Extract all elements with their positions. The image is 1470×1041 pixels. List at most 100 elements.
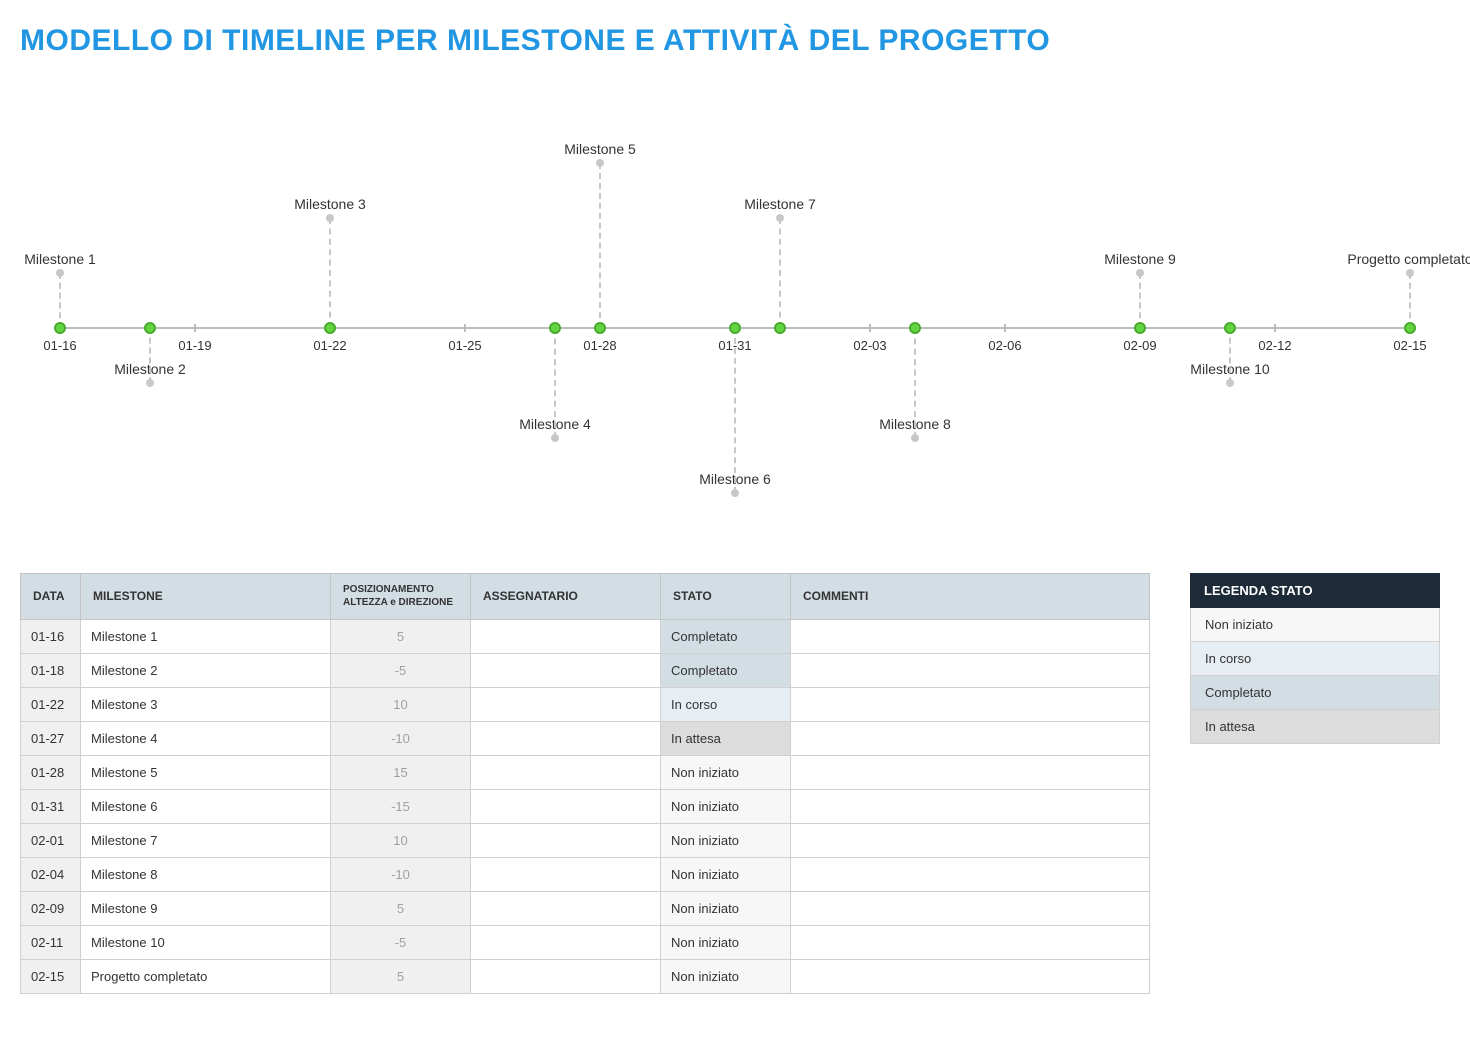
col-status: STATO: [661, 574, 791, 620]
cell-milestone: Progetto completato: [81, 960, 331, 994]
milestone-label: Progetto completato: [1347, 251, 1470, 267]
leader-line: [599, 163, 601, 328]
cell-comments: [791, 654, 1150, 688]
milestone-end-dot: [911, 434, 919, 442]
milestone-label: Milestone 9: [1104, 251, 1176, 267]
cell-status: In attesa: [661, 722, 791, 756]
leader-line: [1409, 273, 1411, 328]
col-milestone: MILESTONE: [81, 574, 331, 620]
cell-status: Non iniziato: [661, 892, 791, 926]
cell-comments: [791, 824, 1150, 858]
milestone-node: [594, 322, 606, 334]
milestone-label: Milestone 5: [564, 141, 636, 157]
milestone-end-dot: [326, 214, 334, 222]
cell-date: 01-16: [21, 620, 81, 654]
cell-assignee: [471, 722, 661, 756]
legend-title: LEGENDA STATO: [1190, 573, 1440, 608]
cell-status: Non iniziato: [661, 960, 791, 994]
leader-line: [914, 328, 916, 438]
cell-milestone: Milestone 8: [81, 858, 331, 892]
table-row: 02-01Milestone 710Non iniziato: [21, 824, 1150, 858]
milestone-node: [1134, 322, 1146, 334]
col-comments: COMMENTI: [791, 574, 1150, 620]
cell-milestone: Milestone 1: [81, 620, 331, 654]
cell-status: Completato: [661, 620, 791, 654]
cell-position: 10: [331, 688, 471, 722]
milestone-node: [1224, 322, 1236, 334]
table-row: 01-27Milestone 4-10In attesa: [21, 722, 1150, 756]
milestone-label: Milestone 3: [294, 196, 366, 212]
cell-position: -5: [331, 926, 471, 960]
milestone-end-dot: [56, 269, 64, 277]
cell-status: Non iniziato: [661, 790, 791, 824]
cell-date: 02-15: [21, 960, 81, 994]
cell-assignee: [471, 960, 661, 994]
cell-position: -15: [331, 790, 471, 824]
milestone-node: [774, 322, 786, 334]
cell-position: 5: [331, 892, 471, 926]
milestone-node: [549, 322, 561, 334]
cell-comments: [791, 926, 1150, 960]
milestone-end-dot: [596, 159, 604, 167]
timeline-chart: 01-1601-1901-2201-2501-2801-3102-0302-06…: [30, 103, 1440, 523]
page-title: MODELLO DI TIMELINE PER MILESTONE E ATTI…: [20, 24, 1450, 58]
cell-assignee: [471, 892, 661, 926]
cell-milestone: Milestone 3: [81, 688, 331, 722]
legend-item: In corso: [1190, 642, 1440, 676]
cell-comments: [791, 722, 1150, 756]
cell-comments: [791, 892, 1150, 926]
cell-position: -5: [331, 654, 471, 688]
cell-position: 15: [331, 756, 471, 790]
leader-line: [779, 218, 781, 328]
cell-date: 02-09: [21, 892, 81, 926]
cell-assignee: [471, 654, 661, 688]
cell-assignee: [471, 688, 661, 722]
cell-assignee: [471, 756, 661, 790]
tick-mark: [1274, 324, 1276, 332]
tick-label: 01-28: [583, 338, 616, 353]
cell-position: -10: [331, 858, 471, 892]
cell-date: 01-31: [21, 790, 81, 824]
table-row: 01-16Milestone 15Completato: [21, 620, 1150, 654]
leader-line: [734, 328, 736, 493]
legend-item: Completato: [1190, 676, 1440, 710]
cell-assignee: [471, 620, 661, 654]
table-row: 02-04Milestone 8-10Non iniziato: [21, 858, 1150, 892]
cell-milestone: Milestone 9: [81, 892, 331, 926]
tick-label: 01-22: [313, 338, 346, 353]
legend-item: In attesa: [1190, 710, 1440, 744]
tick-label: 02-09: [1123, 338, 1156, 353]
milestone-end-dot: [1136, 269, 1144, 277]
table-row: 02-09Milestone 95 Non iniziato: [21, 892, 1150, 926]
cell-date: 02-11: [21, 926, 81, 960]
milestone-end-dot: [551, 434, 559, 442]
cell-comments: [791, 756, 1150, 790]
milestone-node: [909, 322, 921, 334]
cell-date: 01-28: [21, 756, 81, 790]
leader-line: [1229, 328, 1231, 383]
cell-milestone: Milestone 6: [81, 790, 331, 824]
milestone-label: Milestone 7: [744, 196, 816, 212]
cell-date: 01-22: [21, 688, 81, 722]
milestone-label: Milestone 1: [24, 251, 96, 267]
cell-comments: [791, 688, 1150, 722]
milestone-node: [729, 322, 741, 334]
cell-status: Non iniziato: [661, 824, 791, 858]
milestone-node: [144, 322, 156, 334]
cell-milestone: Milestone 4: [81, 722, 331, 756]
milestone-end-dot: [1226, 379, 1234, 387]
leader-line: [149, 328, 151, 383]
cell-status: Non iniziato: [661, 926, 791, 960]
leader-line: [554, 328, 556, 438]
cell-comments: [791, 960, 1150, 994]
tick-mark: [194, 324, 196, 332]
cell-assignee: [471, 926, 661, 960]
milestones-table: DATA MILESTONE POSIZIONAMENTO ALTEZZA e …: [20, 573, 1150, 994]
cell-milestone: Milestone 2: [81, 654, 331, 688]
milestone-end-dot: [1406, 269, 1414, 277]
table-row: 02-15Progetto completato5Non iniziato: [21, 960, 1150, 994]
cell-comments: [791, 620, 1150, 654]
cell-milestone: Milestone 5: [81, 756, 331, 790]
tick-mark: [1004, 324, 1006, 332]
tick-label: 01-19: [178, 338, 211, 353]
